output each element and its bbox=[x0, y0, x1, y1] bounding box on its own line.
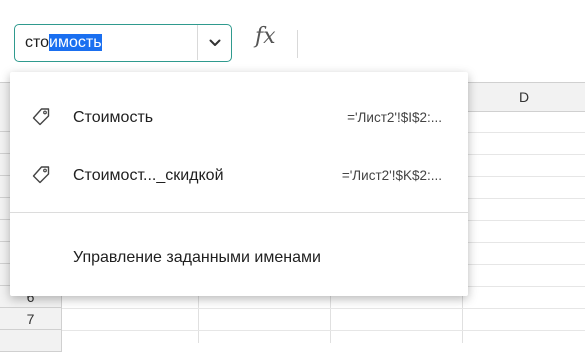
name-box-selected-text: имость bbox=[49, 34, 102, 51]
named-range-name: Стоимость bbox=[73, 109, 154, 126]
named-range-item[interactable]: Стоимость ='Лист2'!$I$2:... bbox=[10, 94, 468, 142]
formula-bar: стоимость fx bbox=[0, 0, 585, 72]
named-range-reference: ='Лист2'!$I$2:... bbox=[347, 110, 442, 125]
row-header[interactable] bbox=[0, 330, 62, 352]
column-header-d[interactable]: D bbox=[462, 83, 585, 111]
row-header-7[interactable]: 7 bbox=[0, 308, 62, 330]
named-range-item[interactable]: Стоимост..._скидкой ='Лист2'!$K$2:... bbox=[10, 152, 468, 200]
name-box-text: сто bbox=[25, 34, 50, 51]
grid-line bbox=[62, 308, 585, 309]
tag-icon bbox=[32, 166, 50, 184]
name-box-dropdown-button[interactable] bbox=[197, 25, 231, 60]
named-range-reference: ='Лист2'!$K$2:... bbox=[341, 168, 442, 183]
insert-function-button[interactable]: fx bbox=[255, 24, 276, 49]
name-box-input[interactable]: стоимость bbox=[25, 34, 102, 52]
named-range-name: Стоимост..._скидкой bbox=[73, 167, 224, 184]
dropdown-divider bbox=[10, 212, 468, 213]
chevron-down-icon bbox=[209, 39, 220, 46]
grid-line bbox=[62, 330, 585, 331]
manage-named-ranges-button[interactable]: Управление заданными именами bbox=[73, 248, 321, 268]
tag-icon bbox=[32, 108, 50, 126]
named-ranges-dropdown: Стоимость ='Лист2'!$I$2:... Стоимост..._… bbox=[10, 72, 468, 296]
formula-bar-divider bbox=[297, 30, 298, 58]
name-box[interactable]: стоимость bbox=[14, 24, 232, 62]
